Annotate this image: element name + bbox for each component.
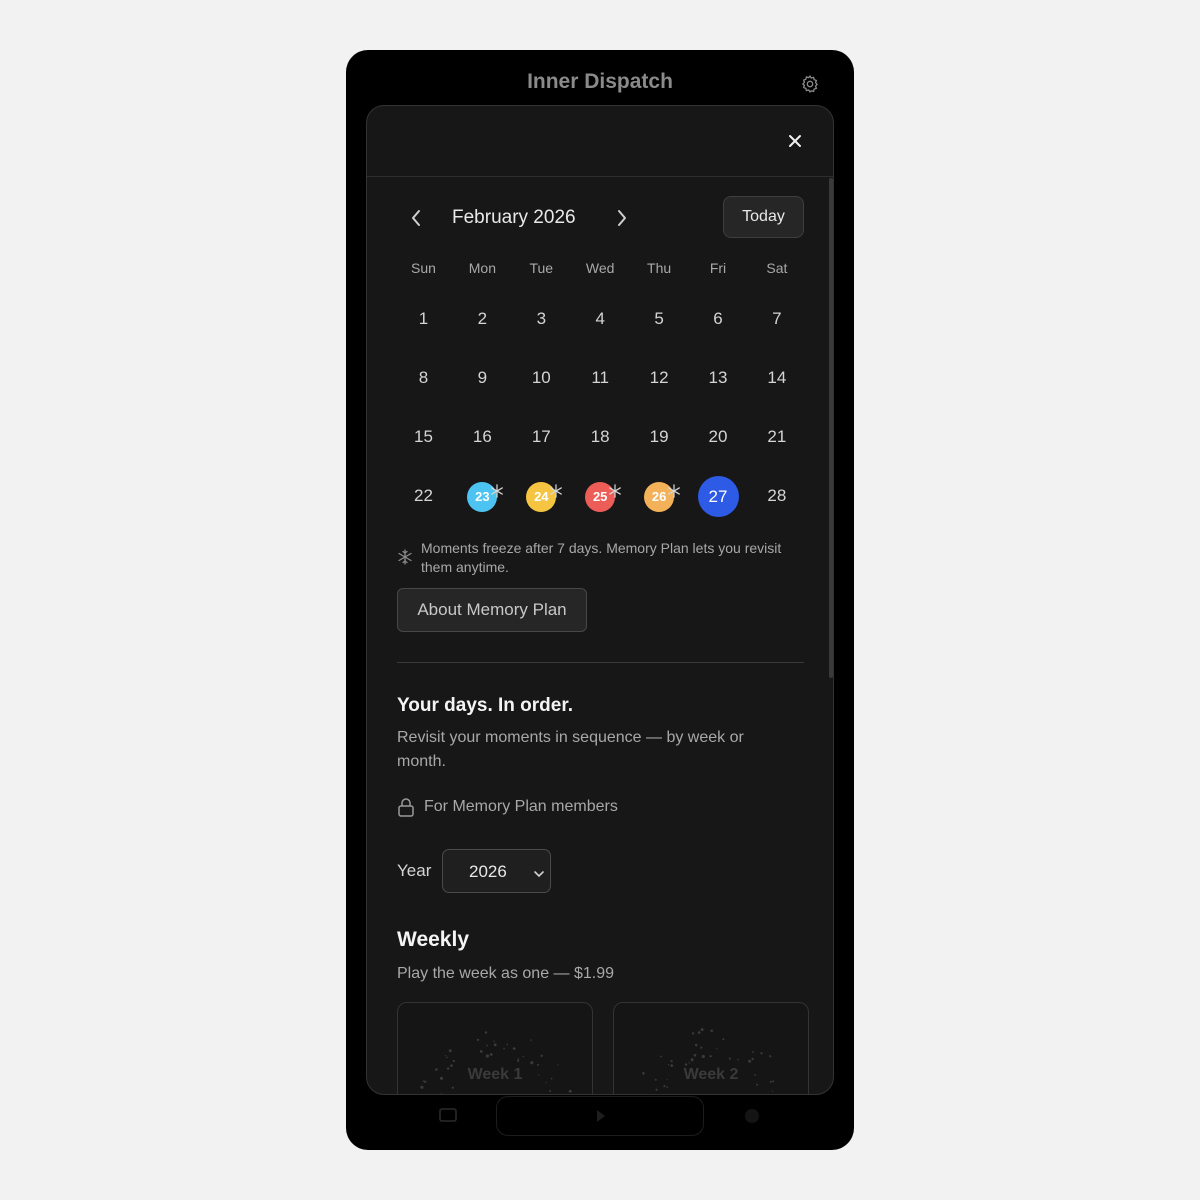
calendar-day-23[interactable]: 23 <box>453 474 512 518</box>
calendar-day-5[interactable]: 5 <box>630 297 689 341</box>
calendar-day-2[interactable]: 2 <box>453 297 512 341</box>
calendar-day-25[interactable]: 25 <box>571 474 630 518</box>
app-title: Inner Dispatch <box>527 70 673 93</box>
today-button[interactable]: Today <box>723 196 804 238</box>
year-select-value: 2026 <box>469 862 507 881</box>
about-memory-plan-button[interactable]: About Memory Plan <box>397 588 587 632</box>
snowflake-icon <box>608 471 622 498</box>
section-description: Revisit your moments in sequence — by we… <box>397 729 744 770</box>
close-icon[interactable] <box>785 131 805 151</box>
calendar-day-21[interactable]: 21 <box>747 415 806 459</box>
add-icon[interactable] <box>742 1108 762 1124</box>
calendar-day-12[interactable]: 12 <box>630 356 689 400</box>
calendar-day-8[interactable]: 8 <box>394 356 453 400</box>
calendar-day-10[interactable]: 10 <box>512 356 571 400</box>
calendar-day-19[interactable]: 19 <box>630 415 689 459</box>
calendar-day-27[interactable]: 27 <box>689 474 748 518</box>
calendar-day-16[interactable]: 16 <box>453 415 512 459</box>
week-card-label: Week 2 <box>683 1066 739 1083</box>
modal-header <box>367 106 833 177</box>
calendar-day-17[interactable]: 17 <box>512 415 571 459</box>
calendar-day-20[interactable]: 20 <box>689 415 748 459</box>
chevron-right-icon[interactable] <box>613 207 631 229</box>
calendar-icon[interactable] <box>438 1108 458 1124</box>
snowflake-icon <box>490 471 504 498</box>
year-label: Year <box>397 861 432 880</box>
divider <box>397 662 804 663</box>
calendar-day-1[interactable]: 1 <box>394 297 453 341</box>
calendar-day-22[interactable]: 22 <box>394 474 453 518</box>
chevron-down-icon <box>533 866 545 878</box>
weekly-title: Weekly <box>397 928 469 951</box>
weekday-thu: Thu <box>647 260 672 276</box>
play-icon[interactable] <box>590 1108 610 1124</box>
calendar-day-28[interactable]: 28 <box>747 474 806 518</box>
calendar-day-14[interactable]: 14 <box>747 356 806 400</box>
chevron-left-icon[interactable] <box>407 207 425 229</box>
weekday-fri: Fri <box>709 260 727 276</box>
calendar-day-24[interactable]: 24 <box>512 474 571 518</box>
week-card-label: Week 1 <box>467 1066 523 1083</box>
members-only-text: For Memory Plan members <box>424 798 618 815</box>
app-window: Inner Dispatch February 2026 Today Sun M… <box>346 50 854 1150</box>
freeze-note-text: Moments freeze after 7 days. Memory Plan… <box>421 540 782 575</box>
calendar-day-9[interactable]: 9 <box>453 356 512 400</box>
modal-content: February 2026 Today Sun Mon Tue Wed Thu Fri Sa… <box>367 177 833 1094</box>
snowflake-icon <box>667 471 681 498</box>
month-label: February 2026 <box>452 207 576 228</box>
calendar-day-26[interactable]: 26 <box>630 474 689 518</box>
gear-icon[interactable] <box>800 74 820 94</box>
snowflake-icon <box>549 471 563 498</box>
weekday-sun: Sun <box>411 260 436 276</box>
calendar-day-15[interactable]: 15 <box>394 415 453 459</box>
weekday-tue: Tue <box>529 260 554 276</box>
snowflake-icon <box>397 549 413 565</box>
weekday-mon: Mon <box>468 260 496 276</box>
weekday-sat: Sat <box>766 260 788 276</box>
section-title: Your days. In order. <box>397 695 573 716</box>
calendar-day-6[interactable]: 6 <box>689 297 748 341</box>
calendar-day-13[interactable]: 13 <box>689 356 748 400</box>
lock-icon <box>397 797 415 817</box>
week-card-1[interactable]: Week 1 <box>397 1002 593 1094</box>
calendar-day-4[interactable]: 4 <box>571 297 630 341</box>
calendar-day-11[interactable]: 11 <box>571 356 630 400</box>
selected-day-badge: 27 <box>697 476 739 518</box>
calendar-day-7[interactable]: 7 <box>747 297 806 341</box>
calendar-day-3[interactable]: 3 <box>512 297 571 341</box>
year-select[interactable]: 2026 <box>442 849 551 893</box>
weekday-wed: Wed <box>585 260 615 276</box>
week-card-2[interactable]: Week 2 <box>613 1002 809 1094</box>
weekly-description: Play the week as one — $1.99 <box>397 965 615 982</box>
calendar-modal: February 2026 Today Sun Mon Tue Wed Thu Fri Sa… <box>366 105 834 1095</box>
calendar-day-18[interactable]: 18 <box>571 415 630 459</box>
